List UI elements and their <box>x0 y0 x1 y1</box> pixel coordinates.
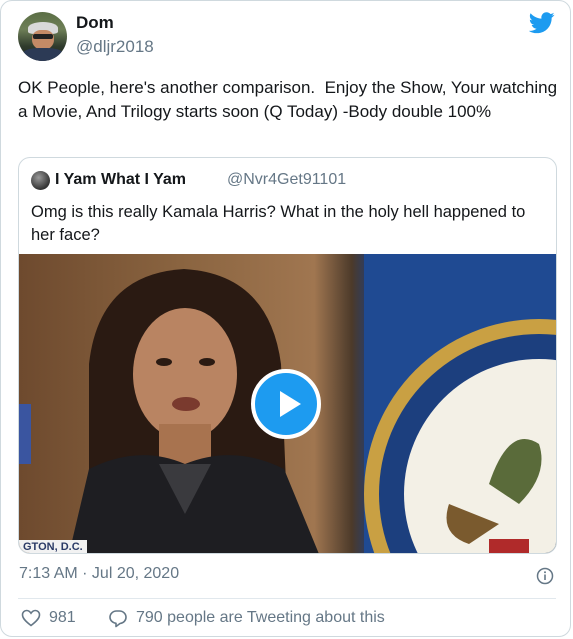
like-count[interactable]: 981 <box>49 609 76 627</box>
quoted-author-avatar[interactable] <box>31 171 50 190</box>
tweet-timestamp[interactable]: 7:13 AM · Jul 20, 2020 <box>19 565 179 583</box>
author-avatar[interactable] <box>18 12 67 61</box>
twitter-bird-icon[interactable] <box>529 12 555 34</box>
speech-bubble-icon[interactable] <box>108 609 128 628</box>
author-display-name[interactable]: Dom <box>76 13 114 33</box>
quoted-tweet-text: Omg is this really Kamala Harris? What i… <box>31 203 526 244</box>
quoted-author-display-name[interactable]: I Yam What I Yam <box>55 171 186 189</box>
play-icon <box>280 391 301 417</box>
tweeting-about-link[interactable]: 790 people are Tweeting about this <box>136 609 385 627</box>
video-caption-strip: GTON, D.C. <box>19 540 87 553</box>
author-handle[interactable]: @dljr2018 <box>76 37 154 57</box>
play-button[interactable] <box>251 369 321 439</box>
quoted-author-handle[interactable]: @Nvr4Get91101 <box>227 171 346 189</box>
video-thumbnail[interactable]: GTON, D.C. <box>19 254 556 553</box>
tweet-text: OK People, here's another comparison. En… <box>18 78 562 121</box>
heart-icon[interactable] <box>21 609 41 627</box>
quoted-tweet[interactable]: I Yam What I Yam @Nvr4Get91101 Omg is th… <box>18 157 557 554</box>
info-icon[interactable] <box>536 567 554 585</box>
divider <box>18 598 556 599</box>
tweet-card[interactable]: Dom @dljr2018 OK People, here's another … <box>0 0 571 637</box>
